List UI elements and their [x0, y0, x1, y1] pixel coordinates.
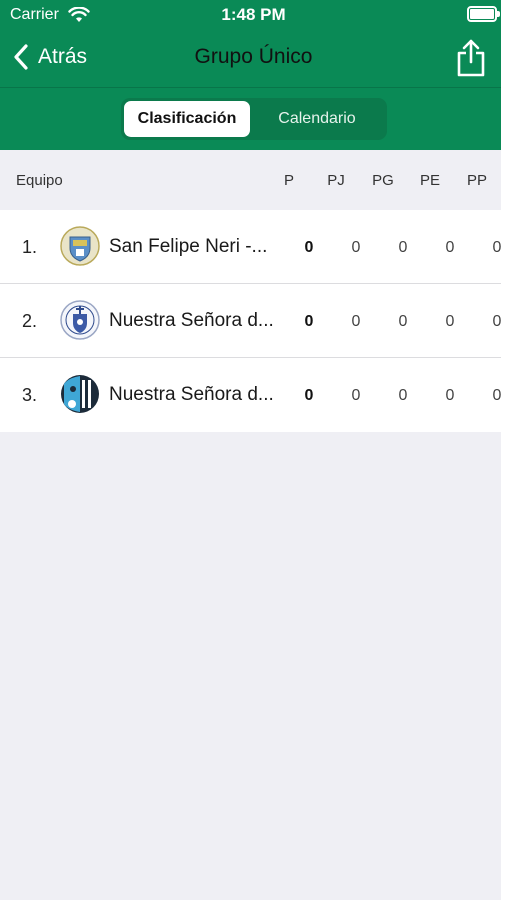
tab-calendario[interactable]: Calendario — [250, 101, 384, 137]
stat-pe: 0 — [445, 239, 455, 256]
column-header-equipo: Equipo — [16, 172, 63, 189]
status-bar: Carrier 1:48 PM — [0, 0, 507, 30]
table-row[interactable]: 1. San Felipe Neri -... 0 0 0 0 0 — [0, 210, 501, 284]
right-edge — [501, 0, 507, 900]
team-name: Nuestra Señora d... — [109, 310, 274, 331]
divider — [0, 87, 507, 88]
stat-p: 0 — [304, 313, 314, 330]
table-header: Equipo P PJ PG PE PP — [0, 152, 501, 210]
stat-pg: 0 — [398, 239, 408, 256]
stat-p: 0 — [304, 239, 314, 256]
team-name: Nuestra Señora d... — [109, 384, 274, 405]
stat-pj: 0 — [351, 387, 361, 404]
stat-pg: 0 — [398, 387, 408, 404]
segmented-control: Clasificación Calendario — [121, 98, 387, 140]
column-header-pe: PE — [419, 172, 440, 189]
page-title: Grupo Único — [194, 45, 313, 68]
tab-clasificacion[interactable]: Clasificación — [124, 101, 250, 137]
column-header-p: P — [283, 172, 294, 189]
table-row[interactable]: 2. Nuestra Señora d... 0 0 0 0 0 — [0, 284, 501, 358]
stat-pe: 0 — [445, 387, 455, 404]
stat-pe: 0 — [445, 313, 455, 330]
standings-table: 1. San Felipe Neri -... 0 0 0 0 0 2. Nue… — [0, 210, 501, 432]
status-time: 1:48 PM — [221, 5, 286, 24]
column-header-pg: PG — [372, 172, 394, 189]
stat-p: 0 — [304, 387, 314, 404]
rank: 2. — [22, 311, 38, 331]
battery-icon — [467, 6, 500, 22]
rank: 1. — [22, 237, 38, 257]
stat-pg: 0 — [398, 313, 408, 330]
team-crest-icon — [60, 226, 100, 266]
team-crest-icon — [61, 375, 99, 413]
stat-pj: 0 — [351, 239, 361, 256]
rank: 3. — [22, 385, 38, 405]
share-icon[interactable] — [455, 38, 487, 78]
column-header-pp: PP — [466, 172, 487, 189]
team-crest-icon — [60, 300, 100, 340]
stat-pj: 0 — [351, 313, 361, 330]
navigation-bar: Atrás Grupo Único — [0, 30, 507, 87]
column-header-pj: PJ — [327, 172, 345, 189]
team-name: San Felipe Neri -... — [109, 236, 268, 257]
table-row[interactable]: 3. Nuestra Señora d... 0 0 0 0 0 — [0, 358, 501, 432]
top-bar: Carrier 1:48 PM Atrás Grupo Único Clasif… — [0, 0, 507, 150]
